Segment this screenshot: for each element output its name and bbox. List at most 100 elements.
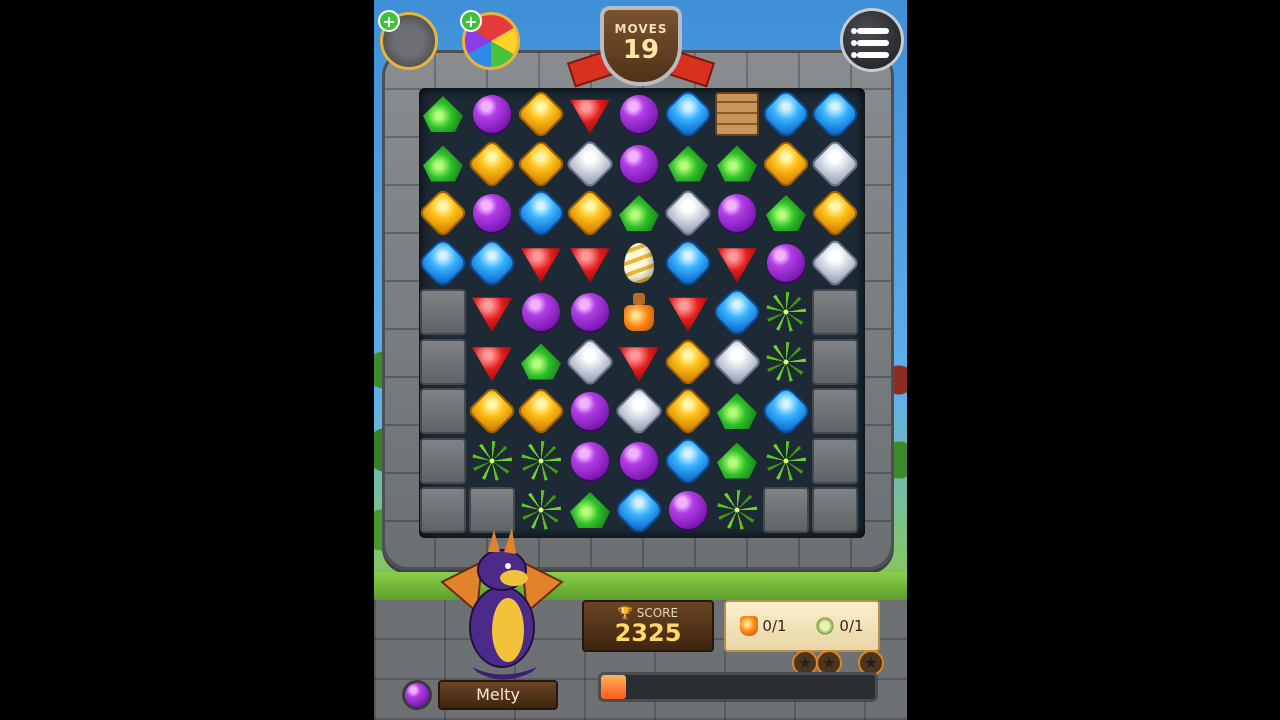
board-cell[interactable]: [469, 289, 515, 335]
board-cell[interactable]: [420, 141, 466, 187]
board-cell[interactable]: [714, 438, 760, 484]
board-cell[interactable]: [665, 141, 711, 187]
add-wand-button[interactable]: +: [460, 10, 482, 32]
board-cell[interactable]: [616, 388, 662, 434]
board-cell[interactable]: [714, 91, 760, 137]
board-cell[interactable]: [420, 91, 466, 137]
white-gem-icon: [812, 140, 858, 187]
board-cell[interactable]: [763, 190, 809, 236]
board-cell[interactable]: [665, 388, 711, 434]
board-cell[interactable]: [469, 91, 515, 137]
vine-icon: [521, 440, 561, 481]
board-cell[interactable]: [567, 388, 613, 434]
board-cell[interactable]: [812, 190, 858, 236]
board-cell[interactable]: [518, 388, 564, 434]
board-cell[interactable]: [567, 338, 613, 385]
board-cell[interactable]: [616, 91, 662, 137]
board-cell[interactable]: [516, 188, 566, 238]
board-cell[interactable]: [469, 438, 515, 484]
add-hammer-button[interactable]: +: [378, 10, 400, 32]
game-board: [418, 88, 865, 538]
blue-gem-icon: [663, 238, 713, 287]
blue-gem-icon: [663, 89, 713, 139]
yellow-gem-icon: [812, 190, 858, 236]
board-cell[interactable]: [665, 289, 711, 335]
menu-icon-line: [851, 28, 889, 34]
purple-gem-icon: [522, 293, 560, 331]
board-cell[interactable]: [714, 338, 760, 385]
board-cell[interactable]: [469, 190, 515, 236]
board-cell[interactable]: [763, 240, 809, 286]
board-cell[interactable]: [518, 289, 564, 335]
board-cell[interactable]: [567, 140, 613, 187]
score-progress-bar: [598, 672, 878, 702]
board-cell[interactable]: [665, 487, 711, 533]
board-cell[interactable]: [714, 141, 760, 187]
blue-gem-icon: [761, 386, 811, 436]
board-cell[interactable]: [663, 436, 713, 485]
board-cell[interactable]: [567, 289, 613, 335]
goal-vine: 0/1: [815, 616, 864, 636]
board-cell[interactable]: [616, 438, 662, 484]
board-cell[interactable]: [420, 190, 466, 236]
board-cell[interactable]: [763, 438, 809, 484]
board-cell[interactable]: [761, 386, 811, 436]
moves-shield: MOVES 19: [600, 6, 682, 86]
board-cell[interactable]: [616, 190, 662, 236]
vine-icon: [815, 616, 836, 636]
board-cell[interactable]: [567, 438, 613, 484]
board-cell[interactable]: [714, 240, 760, 286]
board-cell[interactable]: [663, 89, 713, 139]
purple-gem-icon: [767, 243, 805, 282]
goal-potion: 0/1: [740, 616, 787, 636]
purple-gem-icon: [620, 144, 658, 183]
vine-icon: [766, 341, 806, 382]
board-cell[interactable]: [665, 338, 711, 385]
board-cell[interactable]: [467, 238, 517, 287]
board-cell[interactable]: [616, 289, 662, 335]
board-cell[interactable]: [518, 339, 564, 385]
board-cell[interactable]: [567, 91, 613, 137]
board-cell[interactable]: [469, 339, 515, 385]
board-cell[interactable]: [518, 91, 564, 137]
board-cell[interactable]: [763, 289, 809, 335]
board-cell[interactable]: [810, 89, 860, 139]
board-cell[interactable]: [714, 190, 760, 236]
board-cell[interactable]: [418, 238, 468, 287]
board-cell[interactable]: [518, 140, 564, 187]
board-cell[interactable]: [714, 388, 760, 434]
menu-icon-line: [851, 40, 889, 46]
board-cell[interactable]: [614, 485, 664, 535]
board-cell[interactable]: [518, 438, 564, 484]
board-cell[interactable]: [616, 141, 662, 187]
vine-icon: [766, 440, 806, 481]
board-cell[interactable]: [812, 140, 858, 187]
moves-label: MOVES: [614, 22, 668, 36]
yellow-gem-icon: [665, 388, 711, 434]
character-gem-icon: [402, 680, 432, 710]
board-cell[interactable]: [714, 487, 760, 533]
board-cell[interactable]: [567, 240, 613, 286]
menu-button[interactable]: [840, 8, 904, 72]
board-cell[interactable]: [761, 89, 811, 139]
board-cell[interactable]: [616, 240, 662, 286]
board-cell[interactable]: [616, 339, 662, 385]
vine-icon: [472, 440, 512, 481]
board-cell[interactable]: [469, 140, 515, 187]
board-cell[interactable]: [712, 287, 762, 337]
board-cell[interactable]: [469, 388, 515, 434]
blue-gem-icon: [810, 89, 860, 139]
yellow-gem-icon: [469, 388, 515, 434]
board-cell[interactable]: [518, 240, 564, 286]
board-cell[interactable]: [763, 140, 809, 187]
board-cell[interactable]: [665, 190, 711, 236]
white-gem-icon: [616, 388, 662, 434]
board-cell[interactable]: [663, 238, 713, 287]
purple-gem-icon: [620, 441, 658, 480]
stone-block: [420, 338, 466, 385]
board-cell[interactable]: [812, 239, 858, 286]
yellow-gem-icon: [567, 190, 613, 236]
score-value: 2325: [614, 619, 682, 647]
board-cell[interactable]: [567, 190, 613, 236]
board-cell[interactable]: [763, 339, 809, 385]
